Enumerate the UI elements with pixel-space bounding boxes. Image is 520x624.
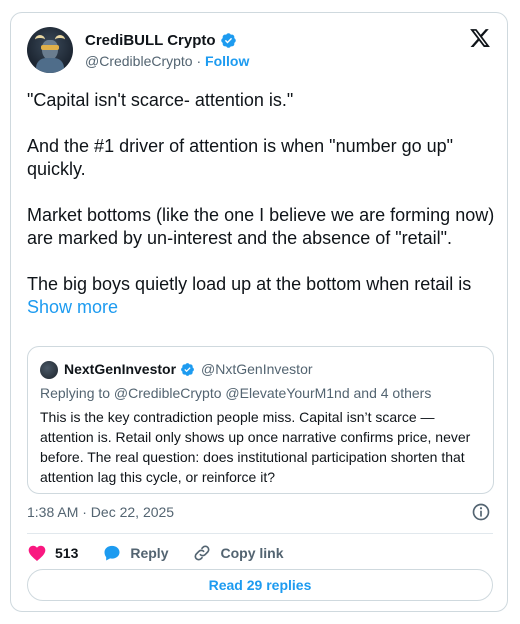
show-more-link[interactable]: Show more (27, 297, 118, 317)
like-button[interactable]: 513 (27, 543, 78, 563)
reply-button[interactable]: Reply (102, 543, 168, 563)
copy-link-label: Copy link (220, 545, 284, 561)
tweet-paragraph: And the #1 driver of attention is when "… (27, 136, 454, 179)
quote-replying-to: Replying to @CredibleCrypto @ElevateYour… (40, 385, 432, 401)
reply-label: Reply (130, 545, 169, 561)
action-bar: 513 Reply Copy link (27, 540, 308, 566)
read-replies-label: Read 29 replies (208, 577, 312, 593)
tweet-text: "Capital isn't scarce- attention is." An… (27, 89, 497, 319)
quote-author-name[interactable]: NextGenInvestor (64, 361, 176, 377)
quoted-tweet[interactable]: NextGenInvestor @NxtGenInvestor Replying… (27, 346, 494, 494)
tweet-paragraph-last: The big boys quietly load up at the bott… (27, 273, 497, 319)
x-logo-icon[interactable] (469, 27, 491, 49)
follow-button[interactable]: Follow (205, 53, 249, 69)
tweet-paragraph-text: The big boys quietly load up at the bott… (27, 274, 472, 294)
quote-body: This is the key contradiction people mis… (40, 409, 471, 485)
like-count: 513 (55, 545, 79, 561)
info-icon[interactable] (471, 502, 491, 522)
tweet-timestamp[interactable]: 1:38 AM · Dec 22, 2025 (27, 504, 174, 520)
author-handle-row: @CredibleCrypto · Follow (85, 53, 249, 69)
quote-author-row: NextGenInvestor @NxtGenInvestor (64, 361, 313, 377)
author-avatar[interactable] (27, 27, 73, 73)
author-name-row[interactable]: CrediBULL Crypto (85, 32, 237, 49)
author-handle[interactable]: @CredibleCrypto (85, 53, 193, 69)
tweet-card: CrediBULL Crypto @CredibleCrypto · Follo… (10, 12, 508, 612)
reply-bubble-icon (104, 545, 120, 561)
handle-separator: · (196, 53, 202, 69)
divider (27, 533, 493, 534)
quote-author-avatar[interactable] (40, 361, 58, 379)
heart-icon (28, 545, 46, 561)
quote-author-handle[interactable]: @NxtGenInvestor (201, 361, 312, 377)
tweet-paragraph: Market bottoms (like the one I believe w… (27, 205, 495, 248)
copy-link-button[interactable]: Copy link (192, 543, 284, 563)
verified-badge-icon (220, 33, 236, 48)
tweet-paragraph: "Capital isn't scarce- attention is." (27, 90, 294, 110)
link-icon (195, 545, 210, 561)
verified-badge-icon (181, 362, 194, 376)
author-name[interactable]: CrediBULL Crypto (85, 32, 216, 49)
read-replies-button[interactable]: Read 29 replies (27, 569, 493, 601)
